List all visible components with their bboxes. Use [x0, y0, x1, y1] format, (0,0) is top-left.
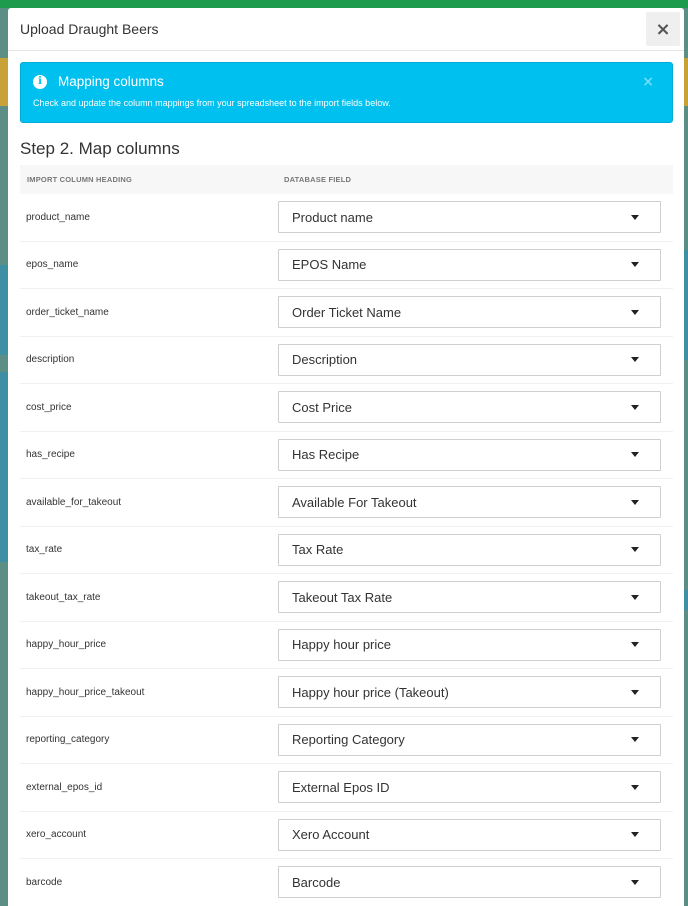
database-field-select[interactable]: Product name: [278, 201, 661, 234]
info-icon: i: [33, 74, 47, 89]
database-field-value: Takeout Tax Rate: [292, 589, 393, 605]
database-field-select[interactable]: Happy hour price: [278, 628, 661, 661]
alert-text: Check and update the column mappings fro…: [33, 98, 391, 108]
step-title: Step 2. Map columns: [20, 139, 180, 158]
alert-close-button[interactable]: ×: [642, 74, 654, 90]
table-row: barcode Barcode: [20, 859, 673, 906]
database-field-select[interactable]: Has Recipe: [278, 438, 661, 471]
background-topbar: [0, 0, 688, 8]
import-column-heading: happy_hour_price_takeout: [26, 686, 145, 698]
database-field-select[interactable]: Barcode: [278, 866, 661, 899]
close-button[interactable]: ×: [646, 12, 680, 46]
column-header-database: DATABASE FIELD: [284, 175, 352, 184]
table-row: reporting_category Reporting Category: [20, 717, 673, 764]
import-column-heading: product_name: [26, 211, 90, 223]
background-strip: [684, 590, 688, 610]
database-field-select[interactable]: Reporting Category: [278, 723, 661, 756]
caret-down-icon: [631, 689, 639, 695]
import-column-heading: description: [26, 354, 75, 366]
caret-down-icon: [631, 262, 639, 268]
database-field-select[interactable]: Takeout Tax Rate: [278, 581, 661, 614]
import-column-heading: barcode: [26, 876, 63, 888]
import-column-heading: available_for_takeout: [26, 496, 122, 508]
upload-modal: Upload Draught Beers × i Mapping columns…: [8, 8, 684, 906]
table-row: external_epos_id External Epos ID: [20, 764, 673, 812]
mapping-table: IMPORT COLUMN HEADING DATABASE FIELD pro…: [20, 165, 673, 906]
caret-down-icon: [631, 404, 639, 410]
caret-down-icon: [631, 357, 639, 363]
table-row: happy_hour_price_takeout Happy hour price…: [20, 669, 673, 717]
table-row: cost_price Cost Price: [20, 384, 673, 432]
database-field-select[interactable]: External Epos ID: [278, 771, 661, 804]
import-column-heading: tax_rate: [26, 544, 63, 556]
database-field-select[interactable]: Tax Rate: [278, 533, 661, 566]
database-field-value: Description: [292, 352, 358, 368]
database-field-select[interactable]: Happy hour price (Takeout): [278, 676, 661, 709]
table-row: epos_name EPOS Name: [20, 242, 673, 289]
table-row: happy_hour_price Happy hour price: [20, 622, 673, 669]
import-column-heading: takeout_tax_rate: [26, 591, 101, 603]
database-field-value: Product name: [292, 209, 373, 225]
caret-down-icon: [631, 879, 639, 885]
caret-down-icon: [631, 452, 639, 458]
table-row: has_recipe Has Recipe: [20, 432, 673, 479]
database-field-select[interactable]: Description: [278, 343, 661, 376]
caret-down-icon: [631, 832, 639, 838]
caret-down-icon: [631, 499, 639, 505]
modal-title: Upload Draught Beers: [20, 21, 159, 37]
database-field-value: EPOS Name: [292, 257, 367, 273]
import-column-heading: order_ticket_name: [26, 306, 109, 318]
database-field-select[interactable]: Available For Takeout: [278, 486, 661, 519]
caret-down-icon: [631, 547, 639, 553]
caret-down-icon: [631, 737, 639, 743]
background-strip: [684, 58, 688, 106]
database-field-value: Order Ticket Name: [292, 304, 402, 320]
column-header-import: IMPORT COLUMN HEADING: [27, 175, 133, 184]
caret-down-icon: [631, 784, 639, 790]
import-column-heading: has_recipe: [26, 449, 75, 461]
caret-down-icon: [631, 594, 639, 600]
table-row: tax_rate Tax Rate: [20, 527, 673, 574]
table-row: available_for_takeout Available For Takeo…: [20, 479, 673, 527]
database-field-value: Xero Account: [292, 827, 370, 843]
database-field-value: External Epos ID: [292, 779, 390, 795]
database-field-select[interactable]: Xero Account: [278, 818, 661, 851]
import-column-heading: xero_account: [26, 829, 87, 841]
import-column-heading: epos_name: [26, 259, 79, 271]
table-row: xero_account Xero Account: [20, 812, 673, 859]
alert-title: Mapping columns: [58, 74, 164, 89]
database-field-select[interactable]: Cost Price: [278, 391, 661, 424]
background-strip: [684, 250, 688, 360]
database-field-select[interactable]: EPOS Name: [278, 248, 661, 281]
table-body: product_name Product name epos_name EPOS Na…: [20, 194, 673, 906]
import-column-heading: reporting_category: [26, 734, 110, 746]
database-field-select[interactable]: Order Ticket Name: [278, 296, 661, 329]
database-field-value: Reporting Category: [292, 732, 405, 748]
import-column-heading: happy_hour_price: [26, 639, 107, 651]
caret-down-icon: [631, 642, 639, 648]
database-field-value: Available For Takeout: [292, 494, 417, 510]
table-row: product_name Product name: [20, 194, 673, 242]
database-field-value: Tax Rate: [292, 542, 344, 558]
table-header: IMPORT COLUMN HEADING DATABASE FIELD: [20, 165, 673, 194]
table-row: description Description: [20, 337, 673, 384]
database-field-value: Barcode: [292, 874, 341, 890]
database-field-value: Cost Price: [292, 399, 352, 415]
modal-header: Upload Draught Beers ×: [8, 8, 684, 51]
database-field-value: Happy hour price (Takeout): [292, 684, 449, 700]
import-column-heading: external_epos_id: [26, 781, 103, 793]
import-column-heading: cost_price: [26, 401, 72, 413]
table-row: order_ticket_name Order Ticket Name: [20, 289, 673, 337]
database-field-value: Has Recipe: [292, 447, 360, 463]
info-alert: i Mapping columns Check and update the c…: [20, 62, 673, 123]
database-field-value: Happy hour price: [292, 637, 391, 653]
caret-down-icon: [631, 214, 639, 220]
table-row: takeout_tax_rate Takeout Tax Rate: [20, 574, 673, 622]
caret-down-icon: [631, 309, 639, 315]
